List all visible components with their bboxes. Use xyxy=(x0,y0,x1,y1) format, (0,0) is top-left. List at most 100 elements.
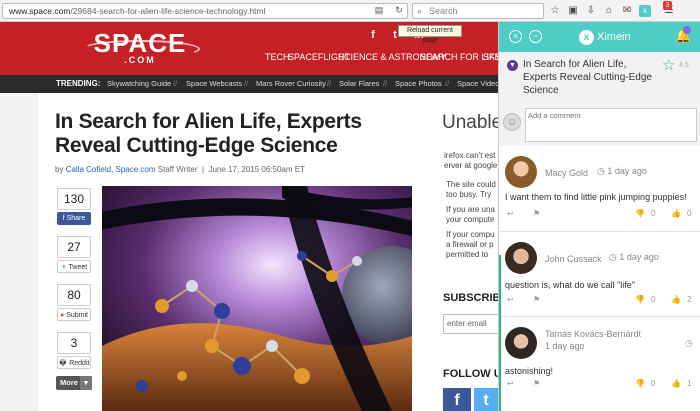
trending-label: TRENDING: xyxy=(56,79,101,88)
reply-icon[interactable]: ↩ xyxy=(507,209,514,218)
site-logo[interactable]: SPACE .COM xyxy=(90,30,190,68)
comment-text: I want them to find little pink jumping … xyxy=(505,192,687,202)
minimize-icon[interactable]: − xyxy=(529,30,542,43)
comment-time-label: 1 day ago xyxy=(619,252,659,262)
byline-prefix: by xyxy=(55,165,64,174)
dislike-count: 0 xyxy=(651,295,656,304)
search-input[interactable]: ⌕ Search xyxy=(412,3,544,19)
avatar xyxy=(505,242,537,274)
error-text: too busy. Try xyxy=(446,190,492,199)
facebook-count: 130 xyxy=(57,188,91,210)
comment-item: Macy Gold ◷ 1 day ago I want them to fin… xyxy=(499,146,700,232)
comment-input[interactable] xyxy=(525,108,697,142)
url-bar[interactable]: www.space.com/29684-search-for-alien-lif… xyxy=(2,3,408,19)
comment-text: question is, what do we call "life" xyxy=(505,280,635,290)
logo-text: SPACE xyxy=(93,28,187,58)
trending-item[interactable]: Space Photos xyxy=(395,75,442,93)
ximein-icon[interactable]: x xyxy=(638,3,652,18)
error-heading: Unable xyxy=(442,112,503,133)
stumble-submit-button[interactable]: ● Submit xyxy=(57,308,91,321)
trending-item[interactable]: Skywatching Guide xyxy=(107,75,171,93)
comment-actions: ↩ ⚑ 👎 0 👍 2 xyxy=(505,295,695,307)
article-byline: by Calla Cofield, Space.com Staff Writer… xyxy=(55,165,305,174)
byline-separator: | xyxy=(201,165,205,174)
tweet-button[interactable]: ✦ Tweet xyxy=(57,260,91,273)
dislike-icon[interactable]: 👎 xyxy=(635,209,645,218)
user-avatar: ☺ xyxy=(503,113,521,131)
clipboard-icon[interactable]: ▣ xyxy=(566,3,580,18)
dislike-count: 0 xyxy=(651,379,656,388)
twitter-icon: ✦ xyxy=(60,264,69,271)
reload-icon[interactable]: ↻ xyxy=(393,4,405,16)
reddit-share: 3 👽 Reddit xyxy=(57,332,91,369)
clock-icon: ◷ xyxy=(685,338,693,348)
dislike-icon[interactable]: 👎 xyxy=(635,379,645,388)
like-count: 0 xyxy=(687,209,692,218)
trending-item[interactable]: Space Webcasts xyxy=(186,75,242,93)
like-icon[interactable]: 👍 xyxy=(671,379,681,388)
flag-icon[interactable]: ⚑ xyxy=(533,209,540,218)
ximein-logo-icon: x xyxy=(579,29,594,45)
comment-author[interactable]: Tamás Kovács-Bernárdt xyxy=(545,329,641,339)
chat-icon[interactable]: ✉ xyxy=(620,3,634,18)
like-icon[interactable]: 👍 xyxy=(671,295,681,304)
facebook-share-button[interactable]: f Share xyxy=(57,212,91,225)
comment-item: Tamás Kovács-Bernárdt 1 day ago astonish… xyxy=(499,317,700,411)
trending-item[interactable]: Space Video xyxy=(457,75,498,93)
nav-tech[interactable]: TECH xyxy=(265,52,290,62)
author-link[interactable]: Calla Cofield xyxy=(66,165,111,174)
stumble-count: 80 xyxy=(57,284,91,306)
dislike-icon[interactable]: 👎 xyxy=(635,295,645,304)
comment-author[interactable]: Macy Gold xyxy=(545,168,588,178)
comment-actions: ↩ ⚑ 👎 0 👍 0 xyxy=(505,209,695,221)
star-icon[interactable]: ☆ xyxy=(548,3,562,18)
reply-icon[interactable]: ↩ xyxy=(507,379,514,388)
flag-icon[interactable]: ⚑ xyxy=(533,295,540,304)
twitter-follow-icon[interactable]: t xyxy=(474,388,498,411)
search-placeholder: Search xyxy=(429,6,458,16)
close-icon[interactable]: × xyxy=(509,30,522,43)
clock-icon: ◷ xyxy=(597,166,608,176)
star-icon[interactable]: ☆ xyxy=(662,56,675,74)
download-icon[interactable]: ⇩ xyxy=(584,3,598,18)
error-text: your compute xyxy=(446,215,495,224)
article-date: June 17, 2015 06:50am ET xyxy=(208,165,305,174)
facebook-follow-icon[interactable]: f xyxy=(443,388,471,411)
comment-item: John Cussack ◷ 1 day ago question is, wh… xyxy=(499,232,700,317)
trending-item[interactable]: Mars Rover Curiosity xyxy=(256,75,326,93)
topic-header: ▼ In Search for Alien Life, Experts Reve… xyxy=(499,52,700,103)
chevron-down-icon[interactable]: ▼ xyxy=(507,60,518,71)
comment-actions: ↩ ⚑ 👎 0 👍 1 xyxy=(505,379,695,391)
reply-icon[interactable]: ↩ xyxy=(507,295,514,304)
comment-author[interactable]: John Cussack xyxy=(545,254,602,264)
avatar xyxy=(505,327,537,359)
bell-badge xyxy=(683,26,691,34)
reader-view-icon[interactable]: ▤ xyxy=(373,4,385,16)
reddit-count: 3 xyxy=(57,332,91,354)
hero-illustration xyxy=(102,186,412,411)
like-count: 2 xyxy=(687,295,692,304)
flag-icon[interactable]: ⚑ xyxy=(533,379,540,388)
author-role: Staff Writer xyxy=(157,165,198,174)
outlet-link[interactable]: Space.com xyxy=(116,165,156,174)
home-icon[interactable]: ⌂ xyxy=(602,3,616,18)
reddit-button[interactable]: 👽 Reddit xyxy=(57,356,91,369)
error-text: If you are una xyxy=(446,205,495,214)
trending-bar: TRENDING: Skywatching Guide // Space Web… xyxy=(0,75,498,93)
article-hero-image[interactable] xyxy=(102,186,412,411)
ximein-brand: x Ximein xyxy=(579,29,631,45)
like-icon[interactable]: 👍 xyxy=(671,209,681,218)
avatar xyxy=(505,156,537,188)
email-field[interactable]: enter email xyxy=(443,314,503,334)
trending-item[interactable]: Solar Flares xyxy=(339,75,379,93)
comment-time: ◷ 1 day ago xyxy=(597,166,647,177)
error-text: erver at google xyxy=(444,161,498,170)
facebook-icon[interactable]: f xyxy=(366,28,380,42)
search-icon: ⌕ xyxy=(417,6,423,16)
article-headline: In Search for Alien Life, Experts Reveal… xyxy=(55,110,362,157)
panel-accent-line xyxy=(499,255,501,411)
stumble-share: 80 ● Submit xyxy=(57,284,91,321)
topic-rating: 4.5 xyxy=(679,62,689,69)
more-share-button[interactable]: More ▾ xyxy=(56,376,92,390)
comment-time-label: 1 day ago xyxy=(607,166,647,176)
